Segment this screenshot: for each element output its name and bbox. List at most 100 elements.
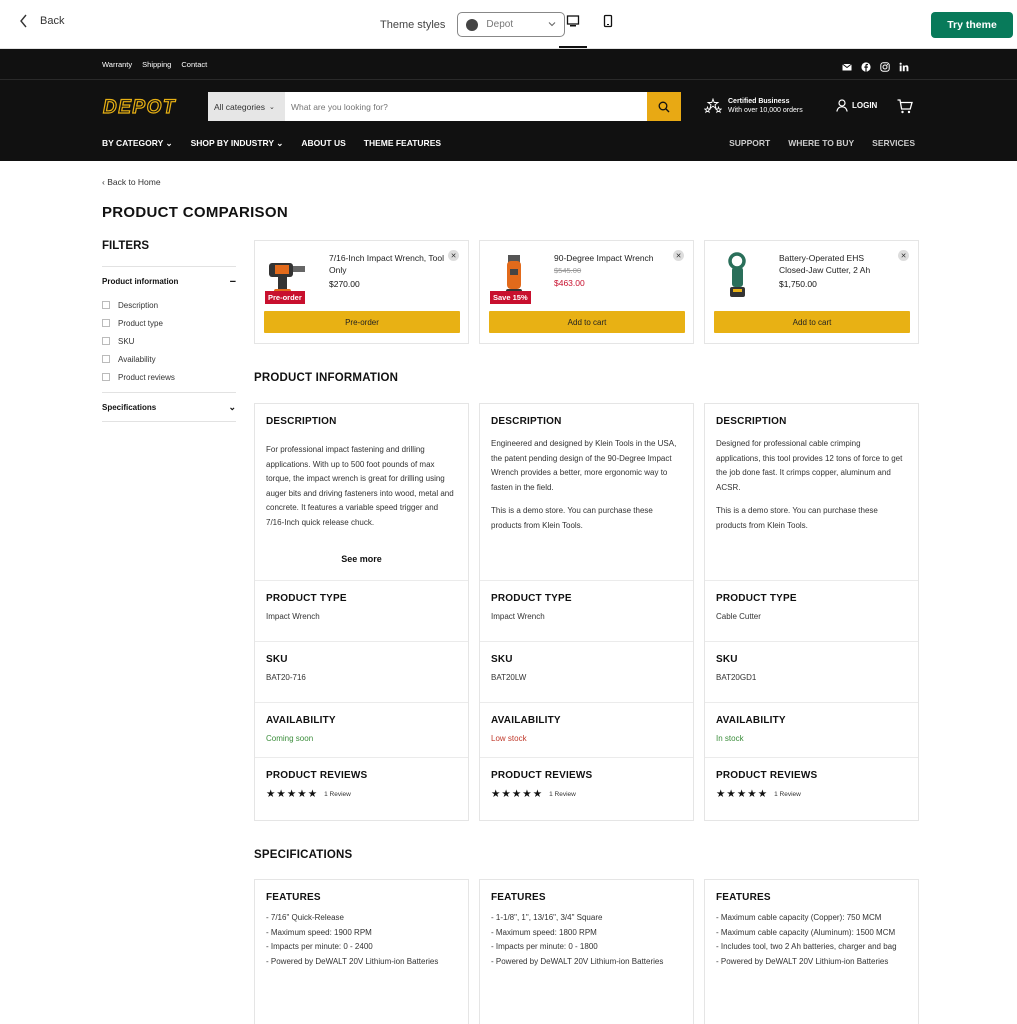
theme-styles-label: Theme styles — [380, 18, 446, 31]
product-type-cell: PRODUCT TYPE Cable Cutter — [705, 581, 918, 642]
cart-button[interactable] — [897, 99, 913, 119]
filter-label: Availability — [118, 354, 156, 364]
nav-by-category[interactable]: BY CATEGORY ⌄ — [102, 138, 173, 149]
filter-product-type[interactable]: Product type — [102, 314, 236, 332]
breadcrumb-label: Back to Home — [107, 177, 161, 187]
nav-about-us[interactable]: ABOUT US — [301, 138, 345, 149]
filter-product-reviews[interactable]: Product reviews — [102, 368, 236, 386]
star-icon: ★ — [297, 788, 307, 800]
facebook-icon[interactable] — [861, 59, 871, 72]
instagram-icon[interactable] — [880, 59, 890, 72]
product-type-value: Cable Cutter — [716, 612, 761, 621]
cell-heading: PRODUCT TYPE — [266, 593, 347, 604]
product-type-cell: PRODUCT TYPE Impact Wrench — [480, 581, 693, 642]
reviews-cell: PRODUCT REVIEWS ★ ★ ★ ★ ★ 1 Review — [480, 758, 693, 820]
filter-group-specifications[interactable]: Specifications ⌄ — [102, 392, 236, 422]
sale-badge: Save 15% — [490, 291, 531, 304]
star-rating[interactable]: ★ ★ ★ ★ ★ 1 Review — [716, 788, 907, 800]
add-to-cart-button[interactable]: Add to cart — [489, 311, 685, 333]
nav-services[interactable]: SERVICES — [872, 138, 915, 148]
product-name[interactable]: 7/16-Inch Impact Wrench, Tool Only — [329, 252, 445, 276]
product-name[interactable]: Battery-Operated EHS Closed-Jaw Cutter, … — [779, 252, 895, 276]
filter-sku[interactable]: SKU — [102, 332, 236, 350]
description-note: This is a demo store. You can purchase t… — [716, 506, 878, 530]
star-icon: ★ — [491, 788, 501, 800]
mobile-view-button[interactable] — [594, 14, 622, 48]
product-name[interactable]: 90-Degree Impact Wrench — [554, 252, 670, 264]
star-rating[interactable]: ★ ★ ★ ★ ★ 1 Review — [491, 788, 682, 800]
desktop-view-button[interactable] — [559, 14, 587, 48]
cell-heading: FEATURES — [491, 892, 546, 903]
filter-label: Description — [118, 300, 159, 310]
remove-product-button[interactable]: ✕ — [673, 250, 684, 261]
breadcrumb-back-home[interactable]: ‹ Back to Home — [102, 177, 161, 187]
remove-product-button[interactable]: ✕ — [448, 250, 459, 261]
filter-group-product-information[interactable]: Product information − — [102, 266, 236, 296]
search-input[interactable] — [285, 92, 647, 121]
contact-link[interactable]: Contact — [181, 60, 207, 69]
cell-heading: PRODUCT TYPE — [491, 593, 572, 604]
filters-panel: Product information − Description Produc… — [102, 266, 236, 422]
email-icon[interactable] — [842, 59, 852, 71]
feature-line: - Maximum speed: 1900 RPM — [266, 927, 372, 937]
login-link[interactable]: LOGIN — [836, 99, 877, 112]
preorder-button[interactable]: Pre-order — [264, 311, 460, 333]
filter-description[interactable]: Description — [102, 296, 236, 314]
minus-icon: − — [229, 275, 236, 288]
star-rating[interactable]: ★ ★ ★ ★ ★ 1 Review — [266, 788, 457, 800]
star-icon: ★ — [286, 788, 297, 800]
chevron-down-icon: ⌄ — [228, 401, 236, 412]
see-more-button[interactable]: See more — [255, 554, 468, 564]
warranty-link[interactable]: Warranty — [102, 60, 132, 69]
star-icon: ★ — [276, 788, 286, 800]
search-category-select[interactable]: All categories ⌄ — [208, 92, 285, 121]
theme-preview-bar: Back Theme styles Depot Try theme — [0, 0, 1017, 49]
search-button[interactable] — [647, 92, 681, 121]
product-information-title: PRODUCT INFORMATION — [254, 372, 399, 384]
checkbox[interactable] — [102, 373, 110, 381]
nav-where-to-buy[interactable]: WHERE TO BUY — [788, 138, 854, 148]
nav-shop-by-industry[interactable]: SHOP BY INDUSTRY ⌄ — [191, 138, 284, 149]
checkbox[interactable] — [102, 301, 110, 309]
cert-title: Certified Business — [728, 98, 790, 105]
back-button[interactable]: Back — [18, 14, 64, 28]
shipping-link[interactable]: Shipping — [142, 60, 171, 69]
compare-at-price: $545.00 — [554, 266, 582, 275]
cell-heading: AVAILABILITY — [266, 715, 336, 726]
cert-subtitle: With over 10,000 orders — [728, 107, 803, 114]
theme-style-select[interactable]: Depot — [457, 12, 566, 37]
search-icon — [658, 101, 670, 112]
cart-icon — [897, 99, 913, 114]
depot-logo[interactable]: DEPOT — [102, 96, 192, 117]
nav-support[interactable]: SUPPORT — [729, 138, 770, 148]
try-theme-button[interactable]: Try theme — [931, 12, 1013, 38]
back-label: Back — [40, 15, 65, 27]
star-icon: ★ — [757, 788, 768, 800]
feature-line: - Includes tool, two 2 Ah batteries, cha… — [716, 942, 897, 952]
search-bar: All categories ⌄ — [208, 92, 681, 121]
reviews-cell: PRODUCT REVIEWS ★ ★ ★ ★ ★ 1 Review — [705, 758, 918, 820]
sku-cell: SKU BAT20LW — [480, 642, 693, 703]
filter-availability[interactable]: Availability — [102, 350, 236, 368]
nav-theme-features[interactable]: THEME FEATURES — [364, 138, 441, 149]
cell-heading: DESCRIPTION — [491, 416, 562, 427]
checkbox[interactable] — [102, 355, 110, 363]
stars-badge-icon — [704, 98, 722, 114]
sku-value: BAT20GD1 — [716, 673, 757, 682]
remove-product-button[interactable]: ✕ — [898, 250, 909, 261]
product-type-value: Impact Wrench — [491, 612, 545, 621]
close-icon: ✕ — [900, 252, 907, 260]
cell-heading: DESCRIPTION — [716, 416, 787, 427]
feature-line: - Maximum cable capacity (Aluminum): 150… — [716, 927, 896, 937]
product-information-grid: DESCRIPTION For professional impact fast… — [254, 403, 919, 821]
checkbox[interactable] — [102, 319, 110, 327]
certified-business: Certified Business With over 10,000 orde… — [704, 97, 803, 115]
product-card: Save 15% 90-Degree Impact Wrench $545.00… — [479, 240, 694, 344]
cell-heading: SKU — [266, 654, 288, 665]
add-to-cart-button[interactable]: Add to cart — [714, 311, 910, 333]
compare-column: DESCRIPTION Designed for professional ca… — [704, 403, 919, 821]
linkedin-icon[interactable] — [899, 59, 909, 72]
checkbox[interactable] — [102, 337, 110, 345]
cable-cutter-image[interactable] — [715, 249, 761, 303]
feature-line: - Powered by DeWALT 20V Lithium-ion Batt… — [491, 956, 664, 966]
